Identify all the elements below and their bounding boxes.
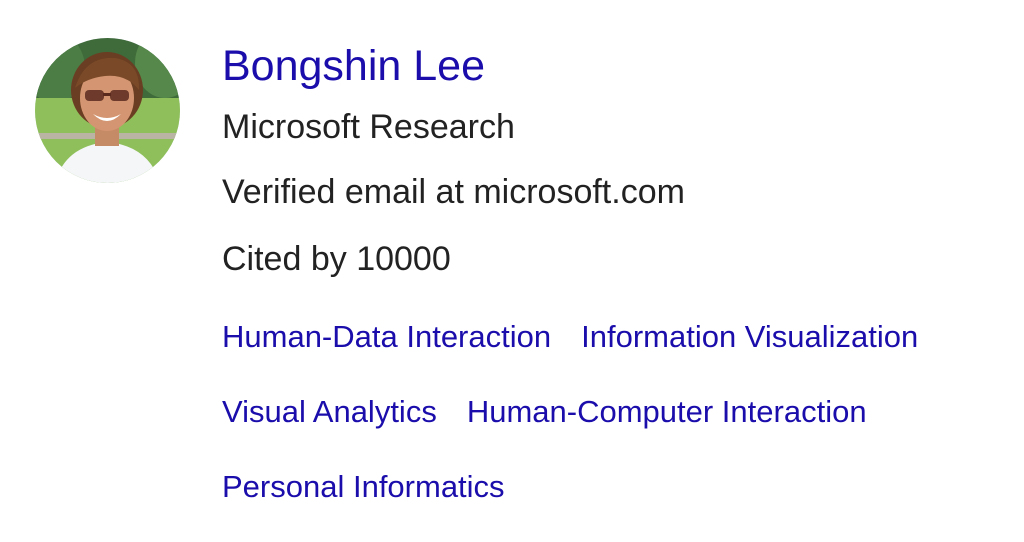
affiliation: Microsoft Research	[222, 108, 515, 146]
interest-human-data-interaction[interactable]: Human-Data Interaction	[222, 316, 551, 358]
interest-personal-informatics[interactable]: Personal Informatics	[222, 466, 505, 508]
interest-visual-analytics[interactable]: Visual Analytics	[222, 391, 437, 433]
interest-information-visualization[interactable]: Information Visualization	[581, 316, 918, 358]
cited-by: Cited by 10000	[222, 238, 451, 280]
verified-email: Verified email at microsoft.com	[222, 173, 685, 211]
research-interests: Human-Data Interaction Information Visua…	[222, 316, 1012, 508]
profile-photo-icon	[35, 38, 180, 183]
avatar[interactable]	[35, 38, 180, 183]
cited-by-count[interactable]: 10000	[356, 240, 451, 278]
cited-by-label: Cited by	[222, 240, 347, 278]
interest-human-computer-interaction[interactable]: Human-Computer Interaction	[467, 391, 867, 433]
profile-name-link[interactable]: Bongshin Lee	[222, 40, 485, 92]
profile-card: Bongshin Lee Microsoft Research Verified…	[0, 0, 1024, 542]
